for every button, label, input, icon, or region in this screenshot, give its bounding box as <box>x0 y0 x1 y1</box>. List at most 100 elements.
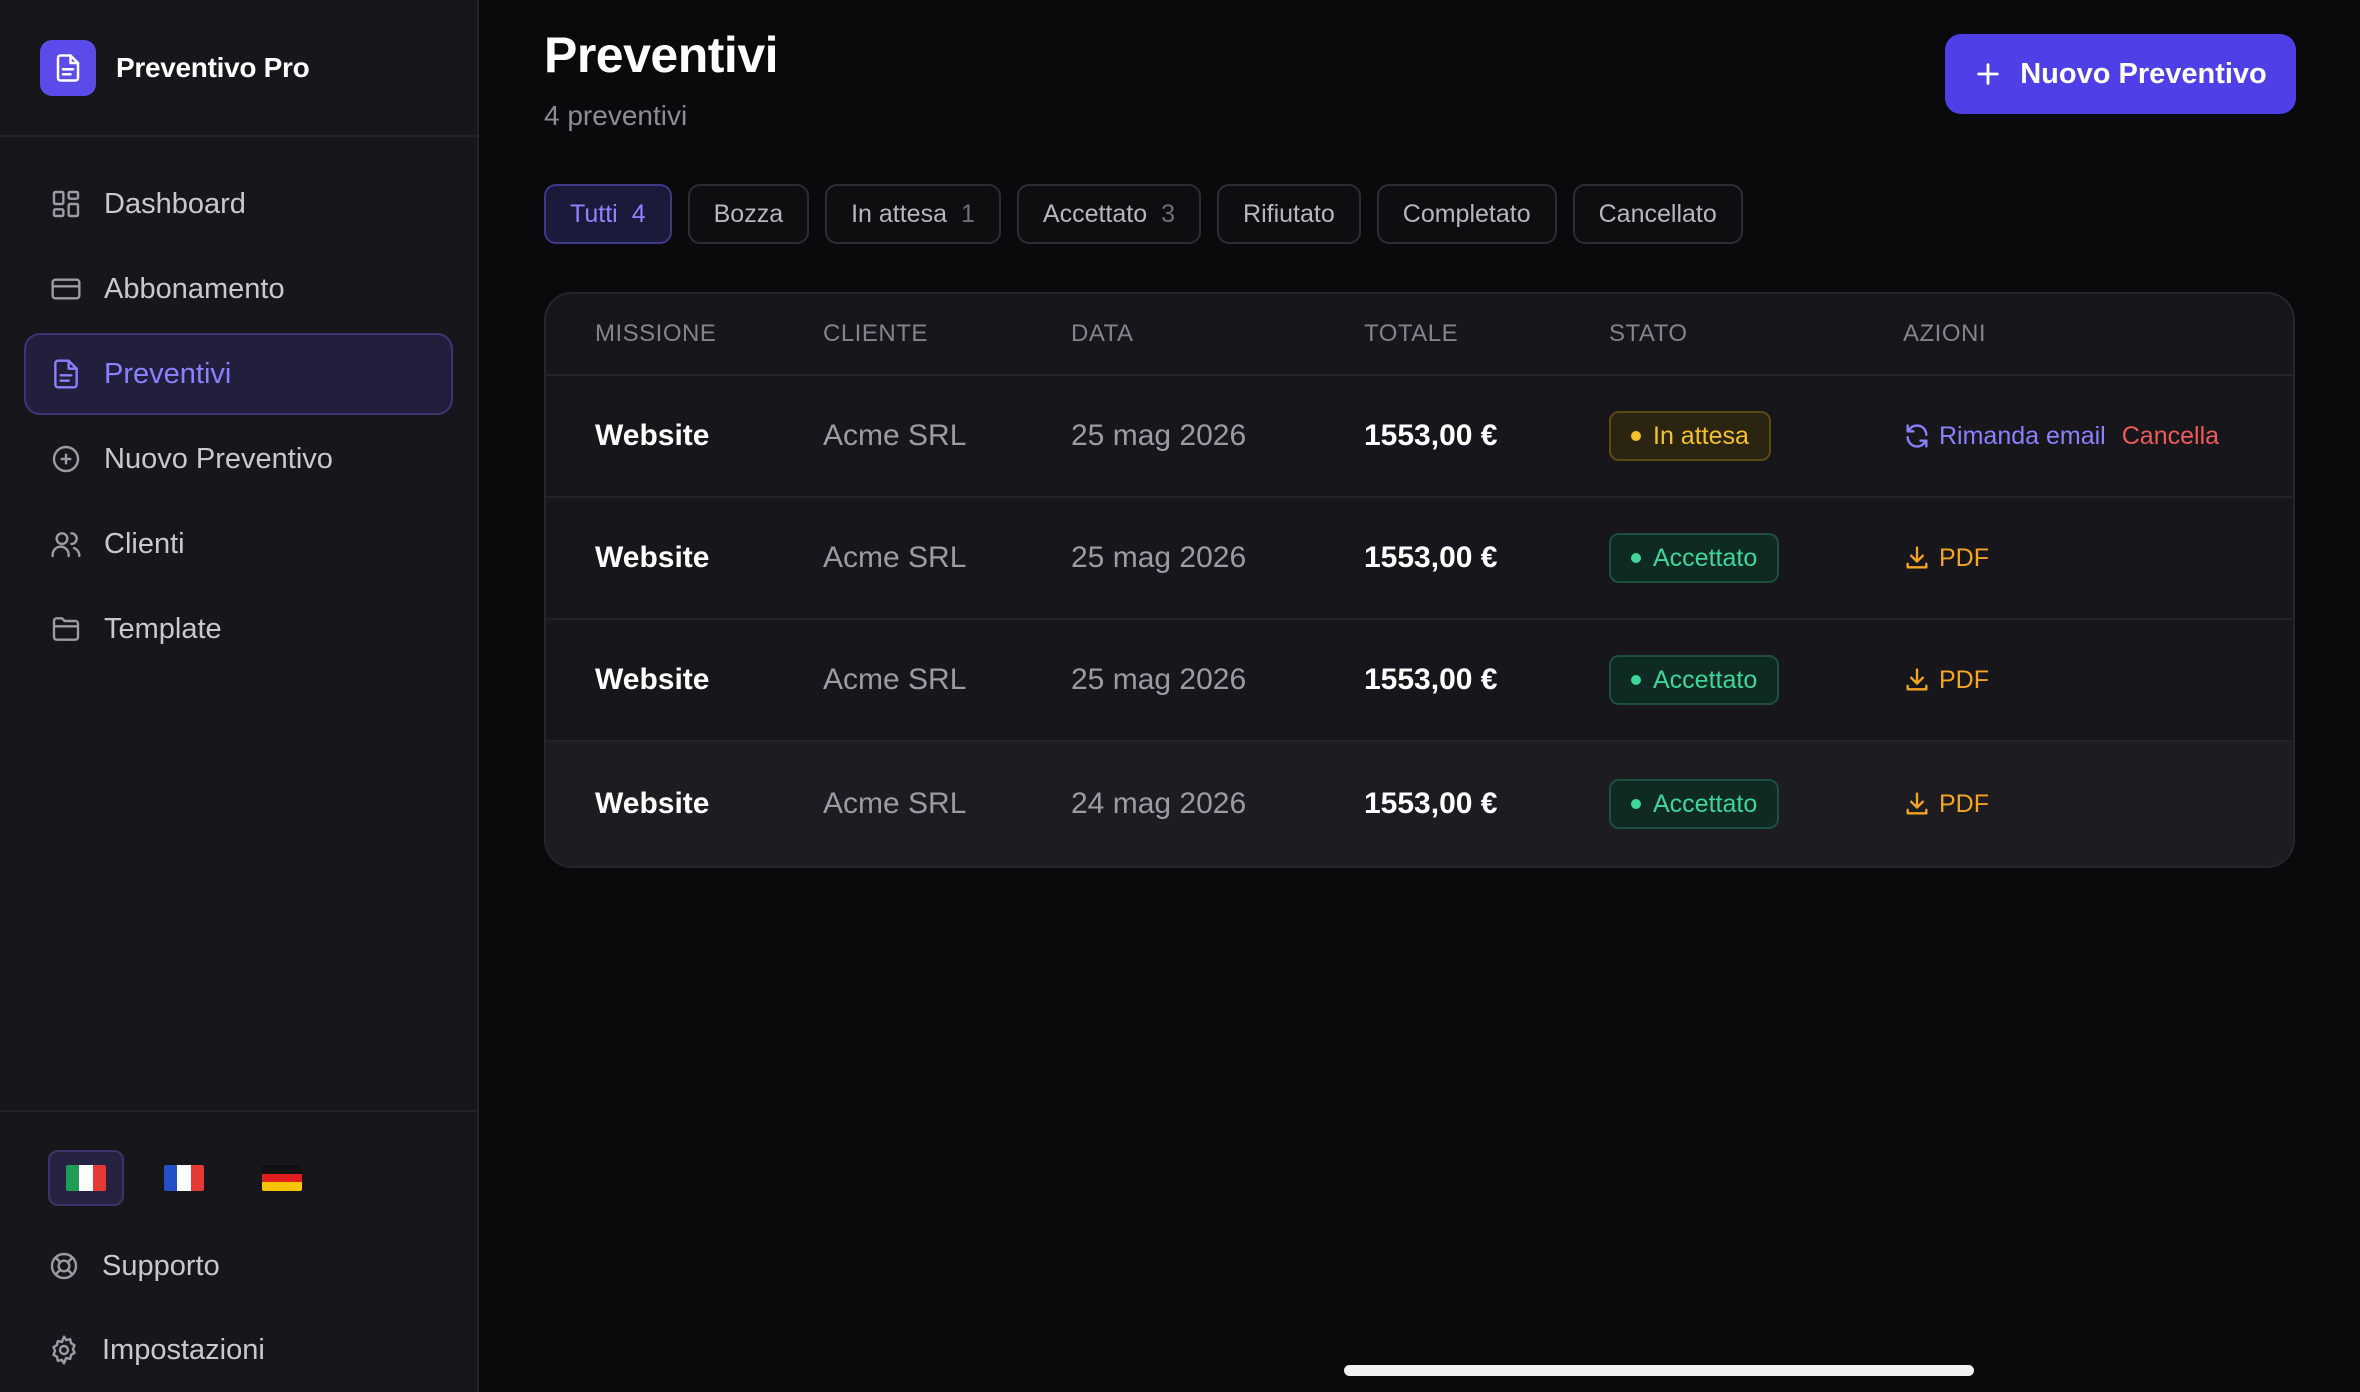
date-cell: 25 mag 2026 <box>1071 541 1247 574</box>
filter-label: Rifiutato <box>1243 199 1335 228</box>
sidebar-item-template[interactable]: Template <box>24 588 453 670</box>
germany-flag-icon <box>262 1165 302 1191</box>
actions-cell: PDF <box>1903 544 2293 573</box>
filter-label: Accettato <box>1042 199 1148 228</box>
settings-label: Impostazioni <box>102 1333 265 1366</box>
filter-cancellato[interactable]: Cancellato <box>1572 184 1743 244</box>
table-row[interactable]: Website Acme SRL 25 mag 2026 1553,00 € A… <box>546 498 2293 620</box>
new-quote-button[interactable]: Nuovo Preventivo <box>1945 34 2296 114</box>
column-header-stato[interactable]: STATO <box>1609 320 1903 348</box>
table-header: MISSIONE CLIENTE DATA TOTALE STATO AZION… <box>546 294 2293 376</box>
status-badge: In attesa <box>1609 411 1771 461</box>
download-pdf-button[interactable]: PDF <box>1903 544 1989 573</box>
sidebar-item-label: Dashboard <box>104 187 246 220</box>
total-cell: 1553,00 € <box>1364 787 1498 820</box>
download-icon <box>1906 668 1928 691</box>
status-badge: Accettato <box>1609 779 1780 829</box>
sidebar-item-label: Clienti <box>104 527 185 560</box>
client-cell: Acme SRL <box>823 663 967 696</box>
home-indicator[interactable] <box>1344 1365 1974 1376</box>
language-it-button[interactable] <box>48 1150 124 1206</box>
document-icon <box>54 359 78 389</box>
lifebuoy-icon <box>50 1252 78 1280</box>
actions-cell: PDF <box>1903 666 2293 695</box>
download-pdf-button[interactable]: PDF <box>1903 790 1989 819</box>
actions-cell: Rimanda email Cancella <box>1903 422 2293 451</box>
status-cell: Accettato <box>1609 533 1903 583</box>
sidebar-item-label: Abbonamento <box>104 272 285 305</box>
dashboard-icon <box>52 190 80 218</box>
language-fr-button[interactable] <box>146 1150 222 1206</box>
download-pdf-button[interactable]: PDF <box>1903 666 1989 695</box>
filter-bozza[interactable]: Bozza <box>687 184 810 244</box>
total-cell: 1553,00 € <box>1364 541 1498 574</box>
filter-label: Cancellato <box>1598 199 1717 228</box>
status-badge: Accettato <box>1609 533 1780 583</box>
plus-icon <box>1977 63 1999 85</box>
sidebar-nav: Dashboard Abbonamento Preventivi Nuovo P… <box>0 137 477 673</box>
filter-label: Completato <box>1402 199 1531 228</box>
sidebar-item-label: Template <box>104 612 222 645</box>
app-name: Preventivo Pro <box>116 51 310 83</box>
credit-card-icon <box>51 278 81 300</box>
status-filters: Tutti 4 Bozza In attesa 1 Accettato 3 Ri… <box>544 184 2296 244</box>
pdf-label: PDF <box>1939 789 1989 818</box>
client-cell: Acme SRL <box>823 787 967 820</box>
table-row[interactable]: Website Acme SRL 25 mag 2026 1553,00 € A… <box>546 620 2293 742</box>
sidebar-item-abbonamento[interactable]: Abbonamento <box>24 248 453 330</box>
sidebar-item-clienti[interactable]: Clienti <box>24 503 453 585</box>
sidebar-item-nuovo-preventivo[interactable]: Nuovo Preventivo <box>24 418 453 500</box>
language-de-button[interactable] <box>244 1150 320 1206</box>
resend-email-label: Rimanda email <box>1939 421 2106 450</box>
column-header-data[interactable]: DATA <box>1071 320 1364 348</box>
plus-circle-icon <box>52 445 80 473</box>
table-row[interactable]: Website Acme SRL 25 mag 2026 1553,00 € I… <box>546 376 2293 498</box>
status-dot-icon <box>1631 553 1641 563</box>
total-cell: 1553,00 € <box>1364 663 1498 696</box>
date-cell: 25 mag 2026 <box>1071 663 1247 696</box>
date-cell: 25 mag 2026 <box>1071 419 1247 452</box>
sidebar-item-dashboard[interactable]: Dashboard <box>24 163 453 245</box>
client-cell: Acme SRL <box>823 541 967 574</box>
column-header-cliente[interactable]: CLIENTE <box>823 320 1071 348</box>
quotes-table: MISSIONE CLIENTE DATA TOTALE STATO AZION… <box>544 292 2295 868</box>
main-content: Preventivi 4 preventivi Nuovo Preventivo… <box>479 0 2360 1392</box>
italy-flag-icon <box>66 1165 106 1191</box>
gear-icon <box>52 1335 76 1365</box>
download-icon <box>1906 546 1928 569</box>
status-label: In attesa <box>1653 421 1749 450</box>
actions-cell: PDF <box>1903 790 2293 819</box>
status-label: Accettato <box>1653 789 1758 818</box>
column-header-azioni: AZIONI <box>1903 320 1987 347</box>
status-dot-icon <box>1631 799 1641 809</box>
support-link[interactable]: Supporto <box>24 1224 453 1308</box>
download-icon <box>1906 792 1928 815</box>
filter-completato[interactable]: Completato <box>1376 184 1557 244</box>
table-row[interactable]: Website Acme SRL 24 mag 2026 1553,00 € A… <box>546 742 2293 866</box>
folder-icon <box>52 617 80 641</box>
filter-rifiutato[interactable]: Rifiutato <box>1217 184 1361 244</box>
filter-accettato[interactable]: Accettato 3 <box>1016 184 1202 244</box>
pdf-label: PDF <box>1939 543 1989 572</box>
column-header-totale[interactable]: TOTALE <box>1364 320 1609 348</box>
status-cell: In attesa <box>1609 411 1903 461</box>
filter-label: Bozza <box>713 199 784 228</box>
brand[interactable]: Preventivo Pro <box>0 0 477 137</box>
status-cell: Accettato <box>1609 779 1903 829</box>
status-label: Accettato <box>1653 543 1758 572</box>
cancel-button[interactable]: Cancella <box>2122 422 2219 451</box>
resend-email-button[interactable]: Rimanda email <box>1903 422 2106 451</box>
users-icon <box>51 532 81 558</box>
filter-tutti[interactable]: Tutti 4 <box>544 184 672 244</box>
filter-count: 1 <box>961 199 975 228</box>
status-dot-icon <box>1631 431 1641 441</box>
column-header-missione[interactable]: MISSIONE <box>546 320 823 348</box>
status-cell: Accettato <box>1609 655 1903 705</box>
client-cell: Acme SRL <box>823 419 967 452</box>
pdf-label: PDF <box>1939 665 1989 694</box>
language-switcher <box>24 1150 453 1206</box>
mission-cell: Website <box>595 541 710 574</box>
filter-in-attesa[interactable]: In attesa 1 <box>825 184 1001 244</box>
sidebar-item-preventivi[interactable]: Preventivi <box>24 333 453 415</box>
settings-link[interactable]: Impostazioni <box>24 1308 453 1392</box>
